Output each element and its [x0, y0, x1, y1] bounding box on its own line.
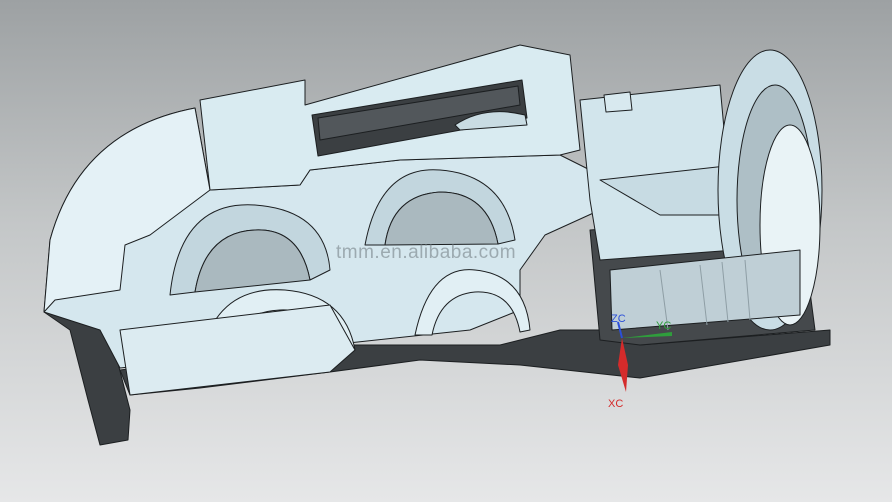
barrel-top-lug [603, 91, 633, 113]
cad-viewport[interactable]: tmm.en.alibaba.com ZC YC XC [0, 0, 892, 502]
yc-axis-label: YC [656, 320, 672, 332]
zc-axis-label: ZC [611, 313, 626, 325]
watermark-text: tmm.en.alibaba.com [336, 242, 517, 263]
xc-axis-label: XC [608, 398, 624, 410]
